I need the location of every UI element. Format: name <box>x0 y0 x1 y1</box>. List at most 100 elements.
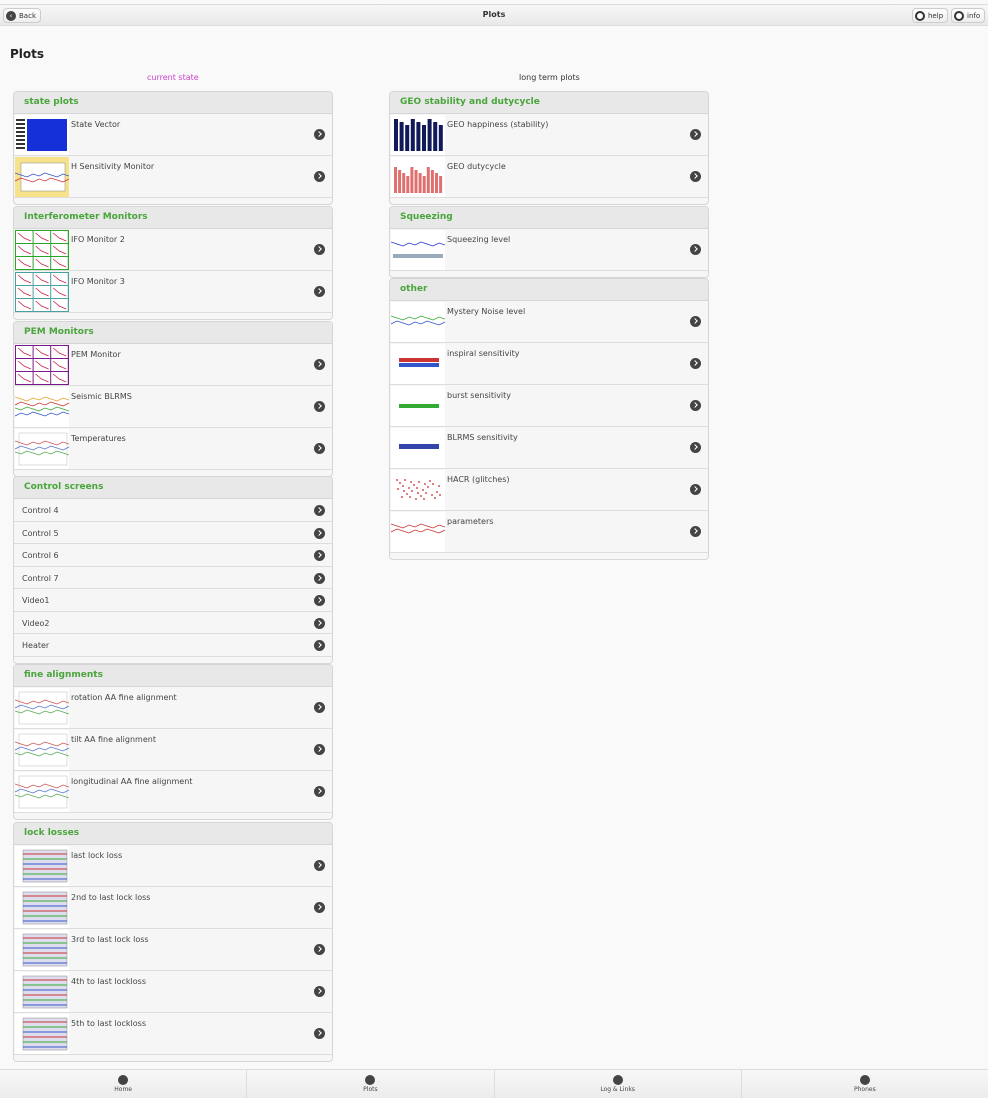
list-item-geo-dutycycle[interactable]: GEO dutycycle <box>390 156 708 198</box>
list-item-ifo-monitor-2[interactable]: IFO Monitor 2 <box>14 229 332 271</box>
plot-thumbnail <box>391 470 445 510</box>
list-item-burst-sensitivity[interactable]: burst sensitivity <box>390 385 708 427</box>
panel-geo-stability-and-dutycycle: GEO stability and dutycycle GEO happiness… <box>389 91 709 205</box>
list-item-5th-to-last-lockloss[interactable]: 5th to last lockloss <box>14 1013 332 1055</box>
list-item-last-lock-loss[interactable]: last lock loss <box>14 845 332 887</box>
list-item-label: Heater <box>22 641 50 650</box>
plot-thumbnail <box>15 730 69 770</box>
list-item-parameters[interactable]: parameters <box>390 511 708 553</box>
plot-thumbnail <box>15 1014 69 1054</box>
footer-tab-log-links[interactable]: Log & Links <box>495 1070 742 1098</box>
list-item-label: tilt AA fine alignment <box>71 735 156 744</box>
chevron-right-icon <box>690 171 701 182</box>
plot-thumbnail <box>15 387 69 427</box>
list-item-label: Mystery Noise level <box>447 307 526 316</box>
chevron-right-icon <box>690 484 701 495</box>
plot-thumbnail <box>391 512 445 552</box>
list-item-label: 5th to last lockloss <box>71 1019 146 1028</box>
list-item-label: State Vector <box>71 120 121 129</box>
list-item-label: Seismic BLRMS <box>71 392 132 401</box>
plot-thumbnail <box>391 344 445 384</box>
list-item-label: PEM Monitor <box>71 350 121 359</box>
footer-tab-phones[interactable]: Phones <box>742 1070 988 1098</box>
chevron-right-icon <box>314 786 325 797</box>
chevron-right-icon <box>690 244 701 255</box>
list-item-label: HACR (glitches) <box>447 475 510 484</box>
list-item-ifo-monitor-3[interactable]: IFO Monitor 3 <box>14 271 332 313</box>
footer-tab-label: Home <box>114 1086 132 1093</box>
chevron-right-icon <box>690 442 701 453</box>
footer-tab-home[interactable]: Home <box>0 1070 248 1098</box>
list-item-pem-monitor[interactable]: PEM Monitor <box>14 344 332 386</box>
list-item-mystery-noise-level[interactable]: Mystery Noise level <box>390 301 708 343</box>
list-item-3rd-to-last-lock-loss[interactable]: 3rd to last lock loss <box>14 929 332 971</box>
list-item-control-4[interactable]: Control 4 <box>14 499 332 522</box>
chevron-right-icon <box>314 617 325 629</box>
list-item-control-7[interactable]: Control 7 <box>14 567 332 589</box>
list-item-seismic-blrms[interactable]: Seismic BLRMS <box>14 386 332 428</box>
plot-thumbnail <box>15 772 69 812</box>
list-item-label: Control 7 <box>22 573 59 583</box>
list-item-control-5[interactable]: Control 5 <box>14 522 332 544</box>
list-item-blrms-sensitivity[interactable]: BLRMS sensitivity <box>390 427 708 469</box>
list-item-label: Temperatures <box>71 434 126 443</box>
list-item-label: 3rd to last lock loss <box>71 935 149 944</box>
footer-tab-label: Plots <box>363 1086 378 1093</box>
info-label: info <box>967 11 981 20</box>
list-item-tilt-aa-fine-alignment[interactable]: tilt AA fine alignment <box>14 729 332 771</box>
list-item-control-6[interactable]: Control 6 <box>14 544 332 567</box>
plot-thumbnail <box>391 428 445 468</box>
plot-thumbnail <box>391 302 445 342</box>
list-item-squeezing-level[interactable]: Squeezing level <box>390 229 708 271</box>
panel-footer <box>14 313 332 319</box>
list-item-label: Control 4 <box>22 506 59 515</box>
list-item-h-sensitivity-monitor[interactable]: H Sensitivity Monitor <box>14 156 332 198</box>
chevron-right-icon <box>314 401 325 412</box>
list-item-label: IFO Monitor 2 <box>71 235 125 244</box>
page-title: Plots <box>10 47 45 61</box>
chevron-right-icon <box>690 526 701 537</box>
phone-icon <box>859 1075 870 1085</box>
chevron-right-icon <box>314 702 325 713</box>
list-item-temperatures[interactable]: Temperatures <box>14 428 332 470</box>
list-item-rotation-aa-fine-alignment[interactable]: rotation AA fine alignment <box>14 687 332 729</box>
chevron-right-icon <box>314 527 325 539</box>
help-button[interactable]: help <box>912 8 949 23</box>
list-item-label: last lock loss <box>71 851 123 860</box>
panel-title: GEO stability and dutycycle <box>390 92 708 114</box>
info-icon <box>954 10 964 21</box>
info-button[interactable]: info <box>951 8 986 23</box>
footer-tab-plots[interactable]: Plots <box>247 1070 495 1098</box>
panel-footer <box>14 198 332 204</box>
list-item-heater[interactable]: Heater <box>14 634 332 657</box>
list-item-label: Video2 <box>22 618 50 628</box>
plot-thumbnail <box>15 688 69 728</box>
panel-title: Interferometer Monitors <box>14 207 332 229</box>
chevron-right-icon <box>314 572 325 584</box>
plot-thumbnail <box>15 429 69 469</box>
panel-footer <box>14 813 332 819</box>
panel-footer <box>14 657 332 663</box>
plot-thumbnail <box>15 345 69 385</box>
chevron-right-icon <box>314 902 325 913</box>
list-item-label: rotation AA fine alignment <box>71 693 177 702</box>
list-item-label: 4th to last lockloss <box>71 977 146 986</box>
list-item-longitudinal-aa-fine-alignment[interactable]: longitudinal AA fine alignment <box>14 771 332 813</box>
chevron-right-icon <box>690 129 701 140</box>
list-item-inspiral-sensitivity[interactable]: inspiral sensitivity <box>390 343 708 385</box>
chevron-right-icon <box>690 358 701 369</box>
list-item-2nd-to-last-lock-loss[interactable]: 2nd to last lock loss <box>14 887 332 929</box>
list-item-geo-happiness-stability[interactable]: GEO happiness (stability) <box>390 114 708 156</box>
list-item-hacr-glitches[interactable]: HACR (glitches) <box>390 469 708 511</box>
list-item-4th-to-last-lockloss[interactable]: 4th to last lockloss <box>14 971 332 1013</box>
footer-nav: Home Plots Log & Links Phones <box>0 1069 988 1098</box>
list-item-video2[interactable]: Video2 <box>14 612 332 634</box>
list-item-label: burst sensitivity <box>447 391 512 400</box>
panel-title: lock losses <box>14 823 332 845</box>
chevron-right-icon <box>314 286 325 297</box>
panel-title: other <box>390 279 708 301</box>
panel-footer <box>390 198 708 204</box>
list-item-video1[interactable]: Video1 <box>14 589 332 612</box>
list-item-state-vector[interactable]: State Vector <box>14 114 332 156</box>
help-icon <box>915 10 925 21</box>
